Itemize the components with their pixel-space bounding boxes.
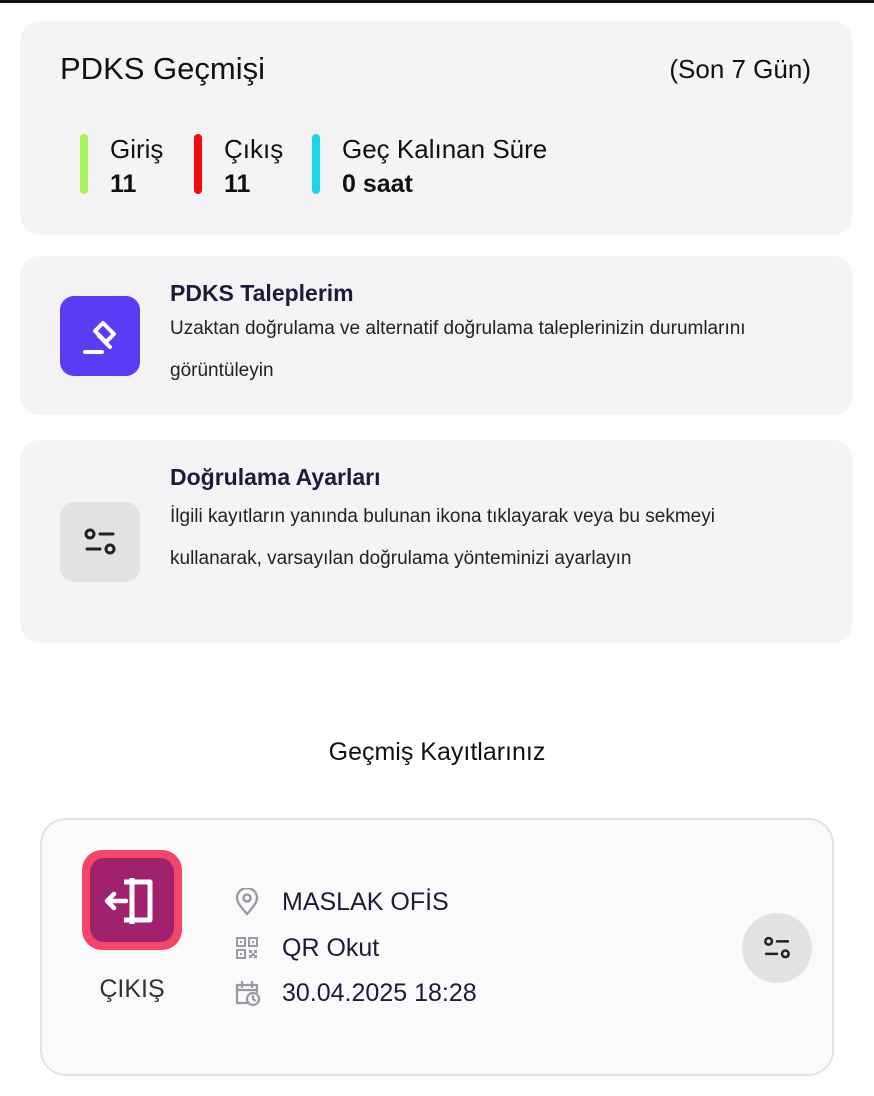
record-location: MASLAK OFİS [282,887,449,916]
summary-range: (Son 7 Gün) [669,54,811,84]
settings-title: Doğrulama Ayarları [170,464,381,490]
record-datetime: 30.04.2025 18:28 [282,978,477,1007]
entry-color-bar [80,134,88,194]
pdks-history-summary-card: PDKS Geçmişi (Son 7 Gün) Giriş 11 Çıkış … [20,21,853,235]
exit-door-icon [82,850,182,950]
late-color-bar [312,134,320,194]
verification-settings-card[interactable]: Doğrulama Ayarları İlgili kayıtların yan… [20,440,853,643]
stat-late-value: 0 saat [342,170,413,198]
sliders-icon [60,502,140,582]
stat-entry-label: Giriş [110,134,164,164]
qr-code-icon [232,933,262,963]
pdks-requests-card[interactable]: PDKS Taleplerim Uzaktan doğrulama ve alt… [20,256,853,415]
record-location-row: MASLAK OFİS [232,884,449,920]
record-verification-settings-button[interactable] [742,913,812,983]
requests-title: PDKS Taleplerim [170,280,354,306]
gavel-icon [60,296,140,376]
stat-late-label: Geç Kalınan Süre [342,134,548,164]
sliders-icon [764,936,790,959]
history-record-card[interactable]: ÇIKIŞ MASLAK OFİS QR Okut 30.04.2025 18:… [40,818,834,1076]
location-pin-icon [232,887,262,917]
record-method: QR Okut [282,933,380,962]
requests-description: Uzaktan doğrulama ve alternatif doğrulam… [170,318,746,381]
stat-entry-value: 11 [110,170,137,198]
stat-exit-value: 11 [224,170,251,198]
record-method-row: QR Okut [232,930,379,966]
record-type: ÇIKIŞ [99,975,165,1003]
summary-title: PDKS Geçmişi [60,51,265,86]
top-divider [0,0,874,3]
calendar-clock-icon [232,978,262,1008]
stat-exit-label: Çıkış [224,134,284,164]
exit-color-bar [194,134,202,194]
record-datetime-row: 30.04.2025 18:28 [232,975,477,1011]
history-heading: Geçmiş Kayıtlarınız [328,738,546,766]
settings-description: İlgili kayıtların yanında bulunan ikona … [170,506,715,569]
